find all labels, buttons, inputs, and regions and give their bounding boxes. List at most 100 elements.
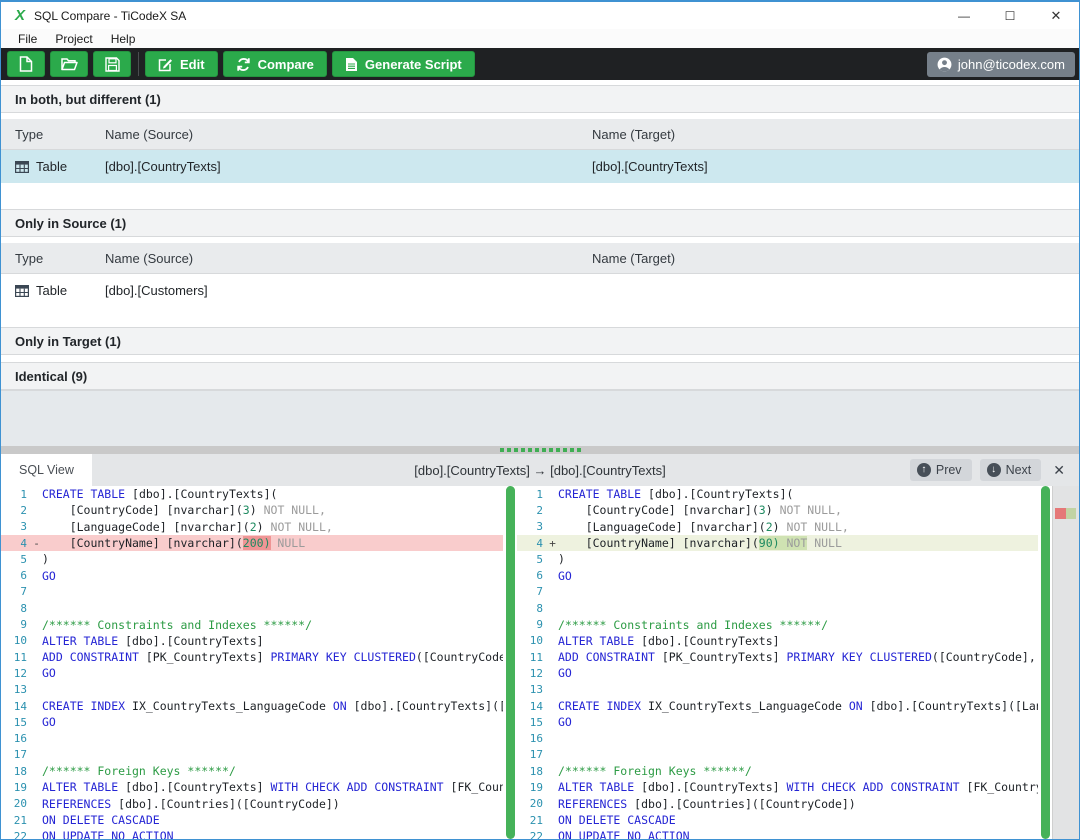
code-text: [CountryCode] [nvarchar](3) NOT NULL, xyxy=(42,503,503,517)
toolbar: Edit Compare Generate Script john@ticode… xyxy=(1,48,1079,80)
tab-sql-view[interactable]: SQL View xyxy=(1,454,92,486)
menu-project[interactable]: Project xyxy=(46,32,101,46)
new-file-button[interactable] xyxy=(7,51,45,77)
code-line: 11ADD CONSTRAINT [PK_CountryTexts] PRIMA… xyxy=(1,649,503,665)
table-header-row: TypeName (Source)Name (Target) xyxy=(1,119,1079,150)
code-line: 19ALTER TABLE [dbo].[CountryTexts] WITH … xyxy=(517,779,1038,795)
line-number: 17 xyxy=(517,748,547,761)
maximize-button[interactable]: ☐ xyxy=(987,2,1033,29)
code-text: [LanguageCode] [nvarchar](2) NOT NULL, xyxy=(558,520,1038,534)
account-badge[interactable]: john@ticodex.com xyxy=(927,52,1075,77)
code-line: 5) xyxy=(517,551,1038,567)
compare-button-label: Compare xyxy=(258,57,314,72)
code-line: 22ON UPDATE NO ACTION xyxy=(1,828,503,839)
code-text: GO xyxy=(558,715,1038,729)
line-number: 1 xyxy=(517,488,547,501)
prev-diff-button[interactable]: ↑ Prev xyxy=(910,459,972,481)
code-text: ALTER TABLE [dbo].[CountryTexts] WITH CH… xyxy=(558,780,1038,794)
column-header-name-target: Name (Target) xyxy=(592,251,1079,266)
code-line: 17 xyxy=(1,747,503,763)
code-line: 3 [LanguageCode] [nvarchar](2) NOT NULL, xyxy=(1,519,503,535)
section-header-4[interactable]: Identical (9) xyxy=(1,362,1079,390)
generate-script-button[interactable]: Generate Script xyxy=(332,51,475,77)
edit-button[interactable]: Edit xyxy=(145,51,218,77)
window-controls: — ☐ ✕ xyxy=(941,2,1079,29)
code-text: [CountryCode] [nvarchar](3) NOT NULL, xyxy=(558,503,1038,517)
line-number: 20 xyxy=(517,797,547,810)
line-number: 18 xyxy=(1,765,31,778)
diff-mark: - xyxy=(31,537,42,550)
column-header-name-target: Name (Target) xyxy=(592,127,1079,142)
line-number: 10 xyxy=(517,634,547,647)
menu-file[interactable]: File xyxy=(9,32,46,46)
line-number: 14 xyxy=(517,700,547,713)
section-spacer xyxy=(1,307,1079,327)
code-line: 13 xyxy=(517,682,1038,698)
sqlview-tabbar: SQL View [dbo].[CountryTexts] → [dbo].[C… xyxy=(1,454,1079,486)
line-number: 22 xyxy=(1,830,31,839)
line-number: 8 xyxy=(517,602,547,615)
sections-filler xyxy=(1,390,1079,446)
line-number: 7 xyxy=(517,585,547,598)
menu-help[interactable]: Help xyxy=(102,32,145,46)
minimize-button[interactable]: — xyxy=(941,2,987,29)
generate-script-button-label: Generate Script xyxy=(365,57,462,72)
target-scrollbar[interactable] xyxy=(1038,486,1052,839)
arrow-up-circle-icon: ↑ xyxy=(917,463,931,477)
diff-mark: + xyxy=(547,537,558,550)
close-sqlview-icon[interactable]: ✕ xyxy=(1049,462,1069,479)
code-line: 3 [LanguageCode] [nvarchar](2) NOT NULL, xyxy=(517,519,1038,535)
splitter-handle[interactable] xyxy=(1,446,1079,454)
table-row[interactable]: Table[dbo].[Customers] xyxy=(1,274,1079,307)
user-icon xyxy=(937,57,952,72)
compare-button[interactable]: Compare xyxy=(223,51,327,77)
close-window-button[interactable]: ✕ xyxy=(1033,2,1079,29)
table-row[interactable]: Table[dbo].[CountryTexts][dbo].[CountryT… xyxy=(1,150,1079,183)
line-number: 12 xyxy=(517,667,547,680)
sql-diff-view: 1CREATE TABLE [dbo].[CountryTexts](2 [Co… xyxy=(1,486,1079,839)
table-header-row: TypeName (Source)Name (Target) xyxy=(1,243,1079,274)
code-line: 21ON DELETE CASCADE xyxy=(517,812,1038,828)
menubar: FileProjectHelp xyxy=(1,29,1079,48)
line-number: 13 xyxy=(1,683,31,696)
code-text: /****** Constraints and Indexes ******/ xyxy=(558,618,1038,632)
line-number: 2 xyxy=(517,504,547,517)
target-scrollbar-thumb[interactable] xyxy=(1041,486,1050,839)
code-text: [CountryName] [nvarchar](90) NOT NULL xyxy=(558,536,1038,550)
table-icon xyxy=(15,161,29,173)
source-code-panel: 1CREATE TABLE [dbo].[CountryTexts](2 [Co… xyxy=(1,486,503,839)
section-header-1[interactable]: In both, but different (1) xyxy=(1,85,1079,113)
section-header-2[interactable]: Only in Source (1) xyxy=(1,209,1079,237)
diff-overview-ruler[interactable] xyxy=(1052,486,1079,839)
code-line: 22ON UPDATE NO ACTION xyxy=(517,828,1038,839)
code-text: /****** Foreign Keys ******/ xyxy=(558,764,1038,778)
code-line: 21ON DELETE CASCADE xyxy=(1,812,503,828)
column-header-type: Type xyxy=(1,251,105,266)
code-text: ) xyxy=(558,552,1038,566)
code-line: 7 xyxy=(517,584,1038,600)
cell-name-source: [dbo].[Customers] xyxy=(105,283,592,298)
source-scrollbar[interactable] xyxy=(503,486,517,839)
section-header-3[interactable]: Only in Target (1) xyxy=(1,327,1079,355)
line-number: 15 xyxy=(517,716,547,729)
line-number: 9 xyxy=(1,618,31,631)
code-line: 15 GO xyxy=(517,714,1038,730)
cell-name-target: [dbo].[CountryTexts] xyxy=(592,159,1079,174)
source-scrollbar-thumb[interactable] xyxy=(506,486,515,839)
code-text: GO xyxy=(42,666,503,680)
code-line: 12GO xyxy=(517,665,1038,681)
code-line: 4- [CountryName] [nvarchar](200) NULL xyxy=(1,535,503,551)
next-diff-button[interactable]: ↓ Next xyxy=(980,459,1042,481)
line-number: 1 xyxy=(1,488,31,501)
open-project-button[interactable] xyxy=(50,51,88,77)
code-line: 7 xyxy=(1,584,503,600)
titlebar: X SQL Compare - TiCodeX SA — ☐ ✕ xyxy=(1,2,1079,29)
code-line: 16 xyxy=(517,730,1038,746)
save-project-button[interactable] xyxy=(93,51,131,77)
code-line: 17 xyxy=(517,747,1038,763)
code-text: REFERENCES [dbo].[Countries]([CountryCod… xyxy=(42,797,503,811)
toolbar-separator xyxy=(138,52,139,76)
target-code-panel: 1CREATE TABLE [dbo].[CountryTexts](2 [Co… xyxy=(517,486,1038,839)
column-header-name-source: Name (Source) xyxy=(105,251,592,266)
line-number: 11 xyxy=(517,651,547,664)
